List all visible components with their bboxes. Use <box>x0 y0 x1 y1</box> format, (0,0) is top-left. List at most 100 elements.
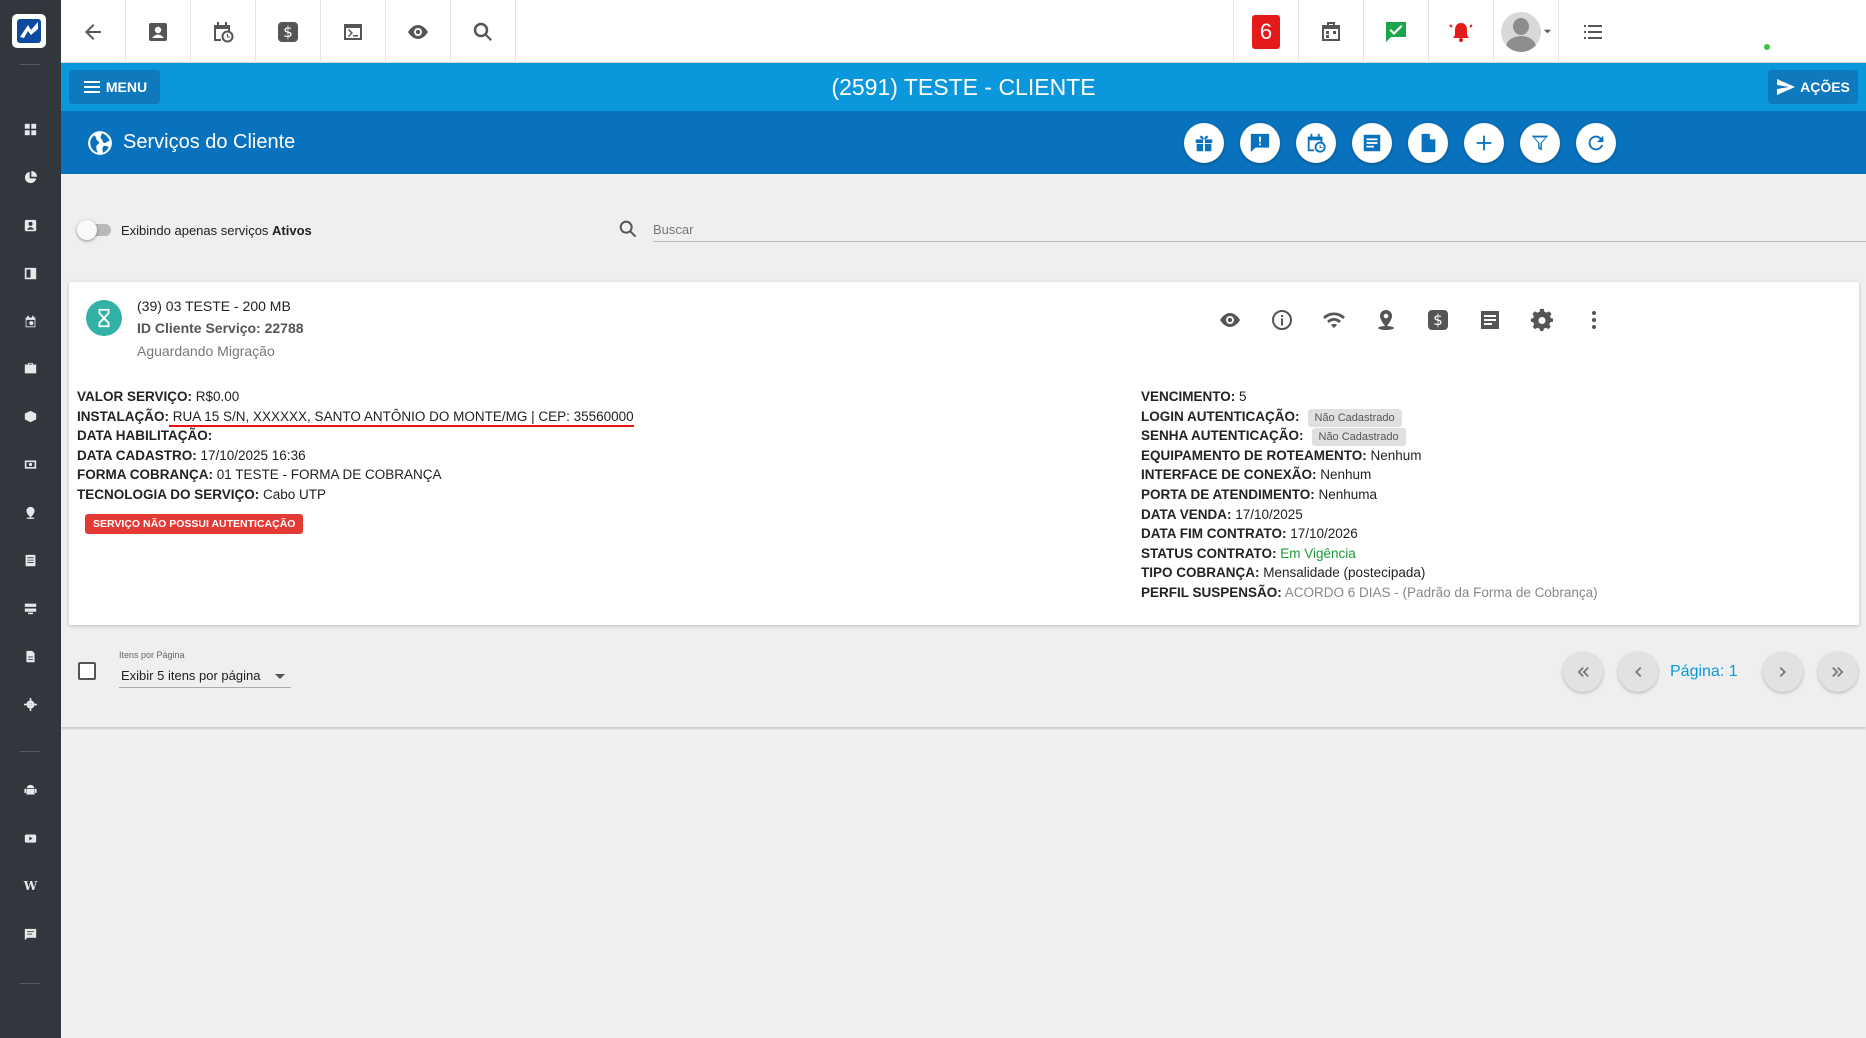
detail-tipo-cobranca: TIPO COBRANÇA: Mensalidade (postecipada) <box>1141 565 1426 581</box>
calendar-clock-icon <box>214 21 234 42</box>
connection-button[interactable] <box>1321 307 1347 333</box>
main-menu-button[interactable] <box>1558 0 1626 63</box>
actions-button[interactable]: AÇÕES <box>1768 70 1858 104</box>
sidebar-divider <box>20 64 40 65</box>
alarm-icon <box>1449 22 1473 42</box>
terminal-button[interactable] <box>321 0 386 63</box>
schedule-button[interactable] <box>191 0 256 63</box>
prev-page-button[interactable] <box>1618 652 1658 692</box>
chart-pie-icon[interactable] <box>0 155 61 199</box>
next-page-button[interactable] <box>1763 652 1803 692</box>
contacts-icon[interactable] <box>0 203 61 247</box>
board-icon[interactable] <box>0 251 61 295</box>
refresh-icon <box>1588 135 1604 151</box>
alarm-button[interactable] <box>1428 0 1493 63</box>
menu-button[interactable]: MENU <box>69 70 160 104</box>
refresh-button[interactable] <box>1576 123 1616 163</box>
wiki-icon[interactable]: W <box>0 864 61 908</box>
map-pin-icon[interactable] <box>0 490 61 534</box>
gift-icon <box>1195 135 1213 152</box>
section-title: Serviços do Cliente <box>123 131 296 153</box>
service-settings-button[interactable] <box>1529 307 1555 333</box>
gear-icon[interactable] <box>0 682 61 726</box>
chevron-right-icon <box>1779 667 1786 677</box>
detail-senha: SENHA AUTENTICAÇÃO: Não Cadastrado <box>1141 426 1841 447</box>
youtube-icon[interactable] <box>0 816 61 860</box>
file-button[interactable] <box>1408 123 1448 163</box>
online-status-dot <box>1762 42 1772 52</box>
detail-porta: PORTA DE ATENDIMENTO: Nenhuma <box>1141 486 1378 502</box>
menu-list-icon <box>1583 24 1602 39</box>
send-icon <box>1777 79 1796 95</box>
list-icon[interactable] <box>0 538 61 582</box>
back-button[interactable] <box>61 0 126 63</box>
view-button[interactable] <box>386 0 451 63</box>
detail-habilitacao: DATA HABILITAÇÃO: <box>77 428 213 444</box>
sidebar-divider <box>20 751 40 752</box>
more-options-button[interactable] <box>1581 307 1607 333</box>
double-chevron-left-icon <box>1577 667 1589 677</box>
calendar-clock-icon <box>1307 133 1326 153</box>
contact-card-button[interactable] <box>126 0 191 63</box>
schedule-button[interactable] <box>1296 123 1336 163</box>
file-icon <box>1421 133 1436 153</box>
detail-forma-cobranca: FORMA COBRANÇA: 01 TESTE - FORMA DE COBR… <box>77 467 442 483</box>
android-icon[interactable] <box>0 768 61 812</box>
finance-button[interactable]: $ <box>1425 307 1451 333</box>
svg-text:$: $ <box>283 23 293 41</box>
search-input[interactable] <box>653 218 1866 242</box>
document-icon[interactable] <box>0 634 61 678</box>
chat-icon[interactable] <box>0 912 61 956</box>
suitcase-icon[interactable] <box>0 346 61 390</box>
top-toolbar: $ 6 <box>61 0 1866 63</box>
last-page-button[interactable] <box>1818 652 1858 692</box>
dollar-icon: $ <box>278 21 298 42</box>
money-icon[interactable] <box>0 442 61 486</box>
server-icon[interactable] <box>0 586 61 630</box>
gift-button[interactable] <box>1184 123 1224 163</box>
finance-button[interactable]: $ <box>256 0 321 63</box>
service-status: Aguardando Migração <box>137 343 275 359</box>
detail-vencimento: VENCIMENTO: 5 <box>1141 389 1247 404</box>
calendar-clock-icon[interactable] <box>0 299 61 343</box>
alert-message-button[interactable] <box>1240 123 1280 163</box>
logo-icon[interactable] <box>12 14 46 48</box>
plus-icon <box>1476 135 1492 151</box>
service-details-right: VENCIMENTO: 5 LOGIN AUTENTICAÇÃO: Não Cad… <box>1141 387 1841 603</box>
user-menu-button[interactable] <box>1493 0 1558 63</box>
service-details-left: VALOR SERVIÇO: R$0.00 INSTALAÇÃO: RUA 15… <box>77 387 977 505</box>
page-title: (2591) TESTE - CLIENTE <box>831 73 1096 100</box>
detail-equipamento: EQUIPAMENTO DE ROTEAMENTO: Nenhum <box>1141 447 1422 463</box>
chevron-down-icon <box>1543 29 1551 34</box>
notes-button[interactable] <box>1352 123 1392 163</box>
active-only-toggle[interactable] <box>77 220 113 240</box>
add-service-button[interactable] <box>1464 123 1504 163</box>
back-icon <box>85 23 101 40</box>
select-all-checkbox[interactable] <box>78 662 96 680</box>
search-icon <box>619 220 637 238</box>
info-icon <box>1272 310 1292 330</box>
filter-button[interactable] <box>1520 123 1560 163</box>
view-service-button[interactable] <box>1217 307 1243 333</box>
hamburger-icon <box>83 81 100 93</box>
dashboard-icon[interactable] <box>0 107 61 151</box>
detail-status-contrato: STATUS CONTRATO: Em Vigência <box>1141 545 1356 561</box>
first-page-button[interactable] <box>1563 652 1603 692</box>
chat-check-button[interactable] <box>1363 0 1428 63</box>
service-info-button[interactable] <box>1269 307 1295 333</box>
cube-icon[interactable] <box>0 394 61 438</box>
location-button[interactable] <box>1373 307 1399 333</box>
items-per-page-select[interactable]: Exibir 5 itens por página <box>119 664 291 688</box>
search-button[interactable] <box>451 0 516 63</box>
notes-button[interactable] <box>1477 307 1503 333</box>
avatar <box>1500 11 1541 52</box>
detail-interface: INTERFACE DE CONEXÃO: Nenhum <box>1141 467 1372 483</box>
dollar-icon: $ <box>1428 310 1448 330</box>
status-badge: Não Cadastrado <box>1307 408 1402 427</box>
notifications-button[interactable]: 6 <box>1233 0 1298 63</box>
toggle-label-bold: Ativos <box>272 223 312 238</box>
detail-data-venda: DATA VENDA: 17/10/2025 <box>1141 506 1303 522</box>
double-chevron-right-icon <box>1832 667 1844 677</box>
calendar-button[interactable] <box>1298 0 1363 63</box>
page-indicator: Página: 1 <box>1670 663 1738 680</box>
